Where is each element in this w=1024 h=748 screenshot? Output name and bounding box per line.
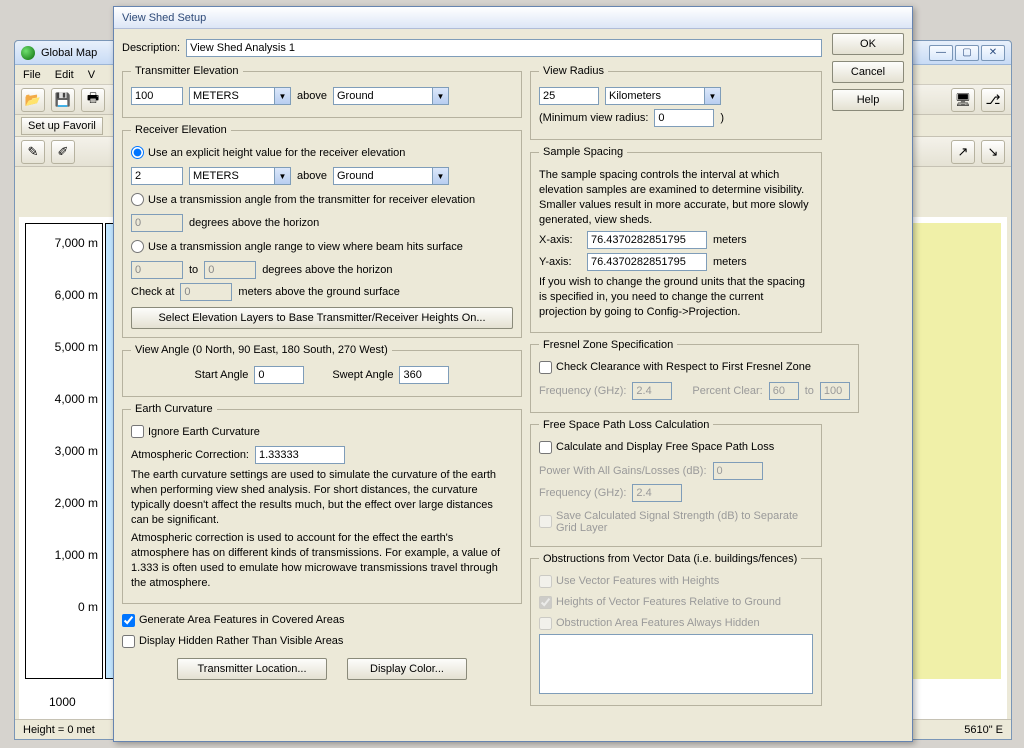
- map-yaxis: 7,000 m 6,000 m 5,000 m 4,000 m 3,000 m …: [25, 223, 103, 679]
- rx-check-input: [180, 283, 232, 301]
- display-color-button[interactable]: Display Color...: [347, 658, 467, 680]
- rx-range-to-input: [204, 261, 256, 279]
- maximize-icon[interactable]: ▢: [955, 45, 979, 61]
- ok-button[interactable]: OK: [832, 33, 904, 55]
- edit-tool-b-icon[interactable]: ✐: [51, 140, 75, 164]
- fresnel-pct-to-input: [820, 382, 850, 400]
- favorites-button[interactable]: Set up Favoril: [21, 117, 103, 135]
- transmitter-location-button[interactable]: Transmitter Location...: [177, 658, 327, 680]
- edit-tool-d-icon[interactable]: ↘: [981, 140, 1005, 164]
- chevron-down-icon[interactable]: ▼: [275, 167, 291, 185]
- tx-unit-combo[interactable]: [189, 87, 275, 105]
- viewshed-dialog: View Shed Setup OK Cancel Help Descripti…: [113, 6, 913, 742]
- obs-rel-check: [539, 596, 552, 609]
- disp-hidden-check[interactable]: [122, 635, 135, 648]
- fresnel-check[interactable]: [539, 361, 552, 374]
- fspl-save-check: [539, 515, 552, 528]
- view-angle-group: View Angle (0 North, 90 East, 180 South,…: [122, 344, 522, 397]
- fspl-group: Free Space Path Loss Calculation Calcula…: [530, 419, 822, 547]
- edit-tool-c-icon[interactable]: ↗: [951, 140, 975, 164]
- menu-file[interactable]: File: [23, 69, 41, 81]
- fspl-freq-input: [632, 484, 682, 502]
- rx-explicit-radio[interactable]: [131, 146, 144, 159]
- rx-ref-combo[interactable]: [333, 167, 433, 185]
- chevron-down-icon[interactable]: ▼: [275, 87, 291, 105]
- scalebar-label: 1000: [49, 695, 76, 709]
- obs-hidden-check: [539, 617, 552, 630]
- close-icon[interactable]: ✕: [981, 45, 1005, 61]
- earth-curvature-group: Earth Curvature Ignore Earth Curvature A…: [122, 403, 522, 604]
- obstructions-notes[interactable]: [539, 634, 813, 694]
- start-angle-input[interactable]: [254, 366, 304, 384]
- gen-area-check[interactable]: [122, 614, 135, 627]
- open-icon[interactable]: 📂: [21, 88, 45, 112]
- chevron-down-icon[interactable]: ▼: [433, 87, 449, 105]
- radius-unit-combo[interactable]: [605, 87, 705, 105]
- fresnel-pct-from-input: [769, 382, 799, 400]
- rx-unit-combo[interactable]: [189, 167, 275, 185]
- minimize-icon[interactable]: —: [929, 45, 953, 61]
- obs-use-check: [539, 575, 552, 588]
- fspl-power-input: [713, 462, 763, 480]
- rx-range-radio[interactable]: [131, 240, 144, 253]
- dialog-titlebar: View Shed Setup: [114, 7, 912, 29]
- fspl-check[interactable]: [539, 441, 552, 454]
- radius-input[interactable]: [539, 87, 599, 105]
- description-input[interactable]: [186, 39, 822, 57]
- rx-angle-radio[interactable]: [131, 193, 144, 206]
- transmitter-elevation-group: Transmitter Elevation ▼ above ▼: [122, 65, 522, 118]
- curvature-help-2: Atmospheric correction is used to accoun…: [131, 531, 513, 590]
- save-icon[interactable]: 💾: [51, 88, 75, 112]
- chevron-down-icon[interactable]: ▼: [705, 87, 721, 105]
- status-right: 5610" E: [964, 724, 1003, 736]
- tool-screen-icon[interactable]: 🖥: [951, 88, 975, 112]
- view-radius-group: View Radius ▼ (Minimum view radius: ): [530, 65, 822, 140]
- select-layers-button[interactable]: Select Elevation Layers to Base Transmit…: [131, 307, 513, 329]
- receiver-elevation-group: Receiver Elevation Use an explicit heigh…: [122, 124, 522, 338]
- tx-height-input[interactable]: [131, 87, 183, 105]
- sample-spacing-group: Sample Spacing The sample spacing contro…: [530, 146, 822, 333]
- edit-tool-a-icon[interactable]: ✎: [21, 140, 45, 164]
- menu-view[interactable]: V: [88, 69, 95, 81]
- fresnel-freq-input: [632, 382, 672, 400]
- tx-ref-combo[interactable]: [333, 87, 433, 105]
- cancel-button[interactable]: Cancel: [832, 61, 904, 83]
- ignore-curvature-check[interactable]: [131, 425, 144, 438]
- description-label: Description:: [122, 42, 180, 54]
- atm-correction-input[interactable]: [255, 446, 345, 464]
- rx-height-input[interactable]: [131, 167, 183, 185]
- print-icon[interactable]: 🖶: [81, 88, 105, 112]
- curvature-help-1: The earth curvature settings are used to…: [131, 468, 513, 527]
- swept-angle-input[interactable]: [399, 366, 449, 384]
- map-land: [911, 223, 1001, 679]
- rx-angle-input: [131, 214, 183, 232]
- help-button[interactable]: Help: [832, 89, 904, 111]
- chevron-down-icon[interactable]: ▼: [433, 167, 449, 185]
- rx-range-from-input: [131, 261, 183, 279]
- status-left: Height = 0 met: [23, 724, 95, 736]
- spacing-x-input[interactable]: [587, 231, 707, 249]
- obstructions-group: Obstructions from Vector Data (i.e. buil…: [530, 553, 822, 706]
- main-title: Global Map: [41, 47, 97, 59]
- tool-branch-icon[interactable]: ⎇: [981, 88, 1005, 112]
- min-radius-input[interactable]: [654, 109, 714, 127]
- spacing-y-input[interactable]: [587, 253, 707, 271]
- globe-icon: [21, 46, 35, 60]
- menu-edit[interactable]: Edit: [55, 69, 74, 81]
- dialog-title: View Shed Setup: [122, 12, 206, 24]
- fresnel-group: Fresnel Zone Specification Check Clearan…: [530, 339, 859, 413]
